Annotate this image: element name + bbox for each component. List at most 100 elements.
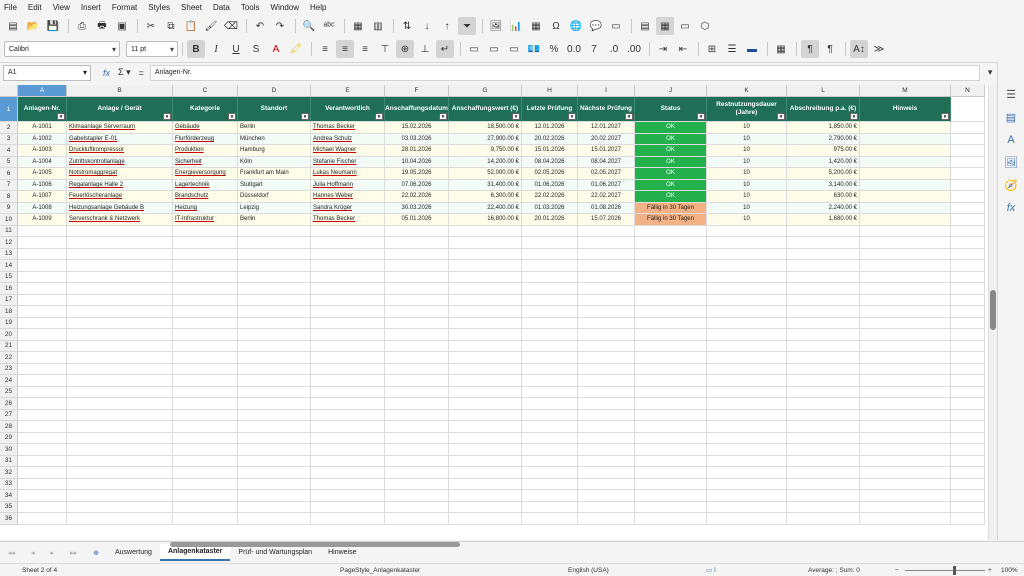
table-cell[interactable] [67, 432, 173, 444]
table-cell[interactable] [18, 455, 67, 467]
functions-icon[interactable]: fx [1007, 202, 1016, 214]
table-cell[interactable] [707, 306, 787, 318]
table-cell[interactable] [578, 386, 635, 398]
table-cell[interactable] [238, 260, 311, 272]
row-header[interactable]: 18 [0, 306, 18, 318]
table-cell[interactable]: Regalanlage Halle 2 [67, 179, 173, 191]
table-cell[interactable] [238, 444, 311, 456]
table-cell[interactable] [311, 478, 385, 490]
table-cell[interactable] [385, 386, 449, 398]
table-cell[interactable] [860, 306, 951, 318]
table-cell[interactable] [385, 237, 449, 249]
table-cell[interactable]: 1,680.00 € [787, 214, 860, 226]
show-draw-functions-icon[interactable]: ⬡ [696, 17, 714, 35]
table-cell[interactable] [787, 329, 860, 341]
table-cell[interactable] [951, 455, 985, 467]
table-cell[interactable] [787, 317, 860, 329]
table-cell[interactable] [18, 317, 67, 329]
font-size-dropdown[interactable]: 11 pt [126, 41, 178, 57]
tab-nav-last[interactable]: ▸▸ [62, 545, 85, 561]
table-cell[interactable] [522, 432, 578, 444]
row-header[interactable]: 4 [0, 145, 18, 157]
table-cell[interactable]: 15.07.2026 [578, 214, 635, 226]
table-cell[interactable]: A-1001 [18, 122, 67, 134]
table-cell[interactable] [707, 421, 787, 433]
table-cell[interactable]: 16,800.00 € [449, 214, 522, 226]
sort-ascending-icon[interactable]: ↓ [418, 17, 436, 35]
table-cell[interactable]: 28.01.2026 [385, 145, 449, 157]
table-cell[interactable] [951, 283, 985, 295]
table-cell[interactable] [787, 386, 860, 398]
table-cell[interactable] [18, 237, 67, 249]
table-cell[interactable] [951, 260, 985, 272]
row-header[interactable]: 36 [0, 513, 18, 525]
table-cell[interactable]: Sandra Krüger [311, 202, 385, 214]
table-header-cell[interactable]: Kategorie ▾ [173, 97, 238, 122]
table-cell[interactable] [18, 329, 67, 341]
table-cell[interactable] [578, 271, 635, 283]
table-cell[interactable] [311, 501, 385, 513]
table-cell[interactable] [385, 398, 449, 410]
table-cell[interactable]: 6,300.00 € [449, 191, 522, 203]
table-cell[interactable] [635, 283, 707, 295]
table-cell[interactable] [707, 490, 787, 502]
table-cell[interactable] [67, 363, 173, 375]
print-icon[interactable]: 🖶 [93, 17, 111, 35]
table-header-cell[interactable]: Status ▾ [635, 97, 707, 122]
table-cell[interactable] [707, 283, 787, 295]
table-cell[interactable] [238, 248, 311, 260]
table-cell[interactable] [578, 363, 635, 375]
table-cell[interactable] [860, 329, 951, 341]
horizontal-scroll-thumb[interactable] [170, 542, 460, 547]
table-cell[interactable] [238, 398, 311, 410]
row-header[interactable]: 1 [0, 97, 18, 122]
table-cell[interactable] [173, 329, 238, 341]
table-cell[interactable]: Hannes Weber [311, 191, 385, 203]
table-cell[interactable] [238, 409, 311, 421]
table-cell[interactable] [860, 363, 951, 375]
table-cell[interactable] [173, 398, 238, 410]
horizontal-scrollbar[interactable] [170, 542, 988, 548]
table-cell[interactable] [635, 455, 707, 467]
table-cell[interactable] [787, 225, 860, 237]
table-header-cell[interactable]: Anschaffungsdatum ▾ [385, 97, 449, 122]
table-cell[interactable] [578, 432, 635, 444]
table-cell[interactable] [18, 283, 67, 295]
bold-icon[interactable]: B [187, 40, 205, 58]
table-cell[interactable] [173, 363, 238, 375]
row-header[interactable]: 27 [0, 409, 18, 421]
table-cell[interactable]: 20.01.2026 [522, 214, 578, 226]
menu-item-format[interactable]: Format [112, 3, 137, 12]
table-cell[interactable] [860, 317, 951, 329]
table-cell[interactable] [951, 237, 985, 249]
table-cell[interactable] [787, 340, 860, 352]
highlight-color-icon[interactable]: 🖍 [287, 40, 305, 58]
table-cell[interactable]: Köln [238, 156, 311, 168]
table-cell[interactable]: 2,240.00 € [787, 202, 860, 214]
table-cell[interactable]: 20.02.2027 [578, 133, 635, 145]
table-cell[interactable] [635, 421, 707, 433]
table-cell[interactable] [522, 317, 578, 329]
table-cell[interactable]: A-1009 [18, 214, 67, 226]
table-cell[interactable] [635, 513, 707, 525]
table-cell[interactable] [522, 444, 578, 456]
table-cell[interactable]: Berlin [238, 122, 311, 134]
table-cell[interactable]: Produktion [173, 145, 238, 157]
table-cell[interactable] [707, 340, 787, 352]
table-cell[interactable] [635, 386, 707, 398]
table-cell[interactable]: Lukas Neumann [311, 168, 385, 180]
table-cell[interactable] [635, 306, 707, 318]
table-cell[interactable] [311, 271, 385, 283]
table-cell[interactable]: Hamburg [238, 145, 311, 157]
table-cell[interactable]: A-1002 [18, 133, 67, 145]
table-cell[interactable] [707, 501, 787, 513]
zoom-in-icon[interactable]: + [988, 567, 992, 574]
table-cell[interactable] [449, 513, 522, 525]
table-cell[interactable] [860, 421, 951, 433]
table-cell[interactable] [449, 352, 522, 364]
save-icon[interactable]: 💾 [44, 17, 62, 35]
table-cell[interactable] [522, 409, 578, 421]
table-cell[interactable]: 12.01.2027 [578, 122, 635, 134]
table-cell[interactable]: 30.03.2026 [385, 202, 449, 214]
menu-item-sheet[interactable]: Sheet [181, 3, 202, 12]
